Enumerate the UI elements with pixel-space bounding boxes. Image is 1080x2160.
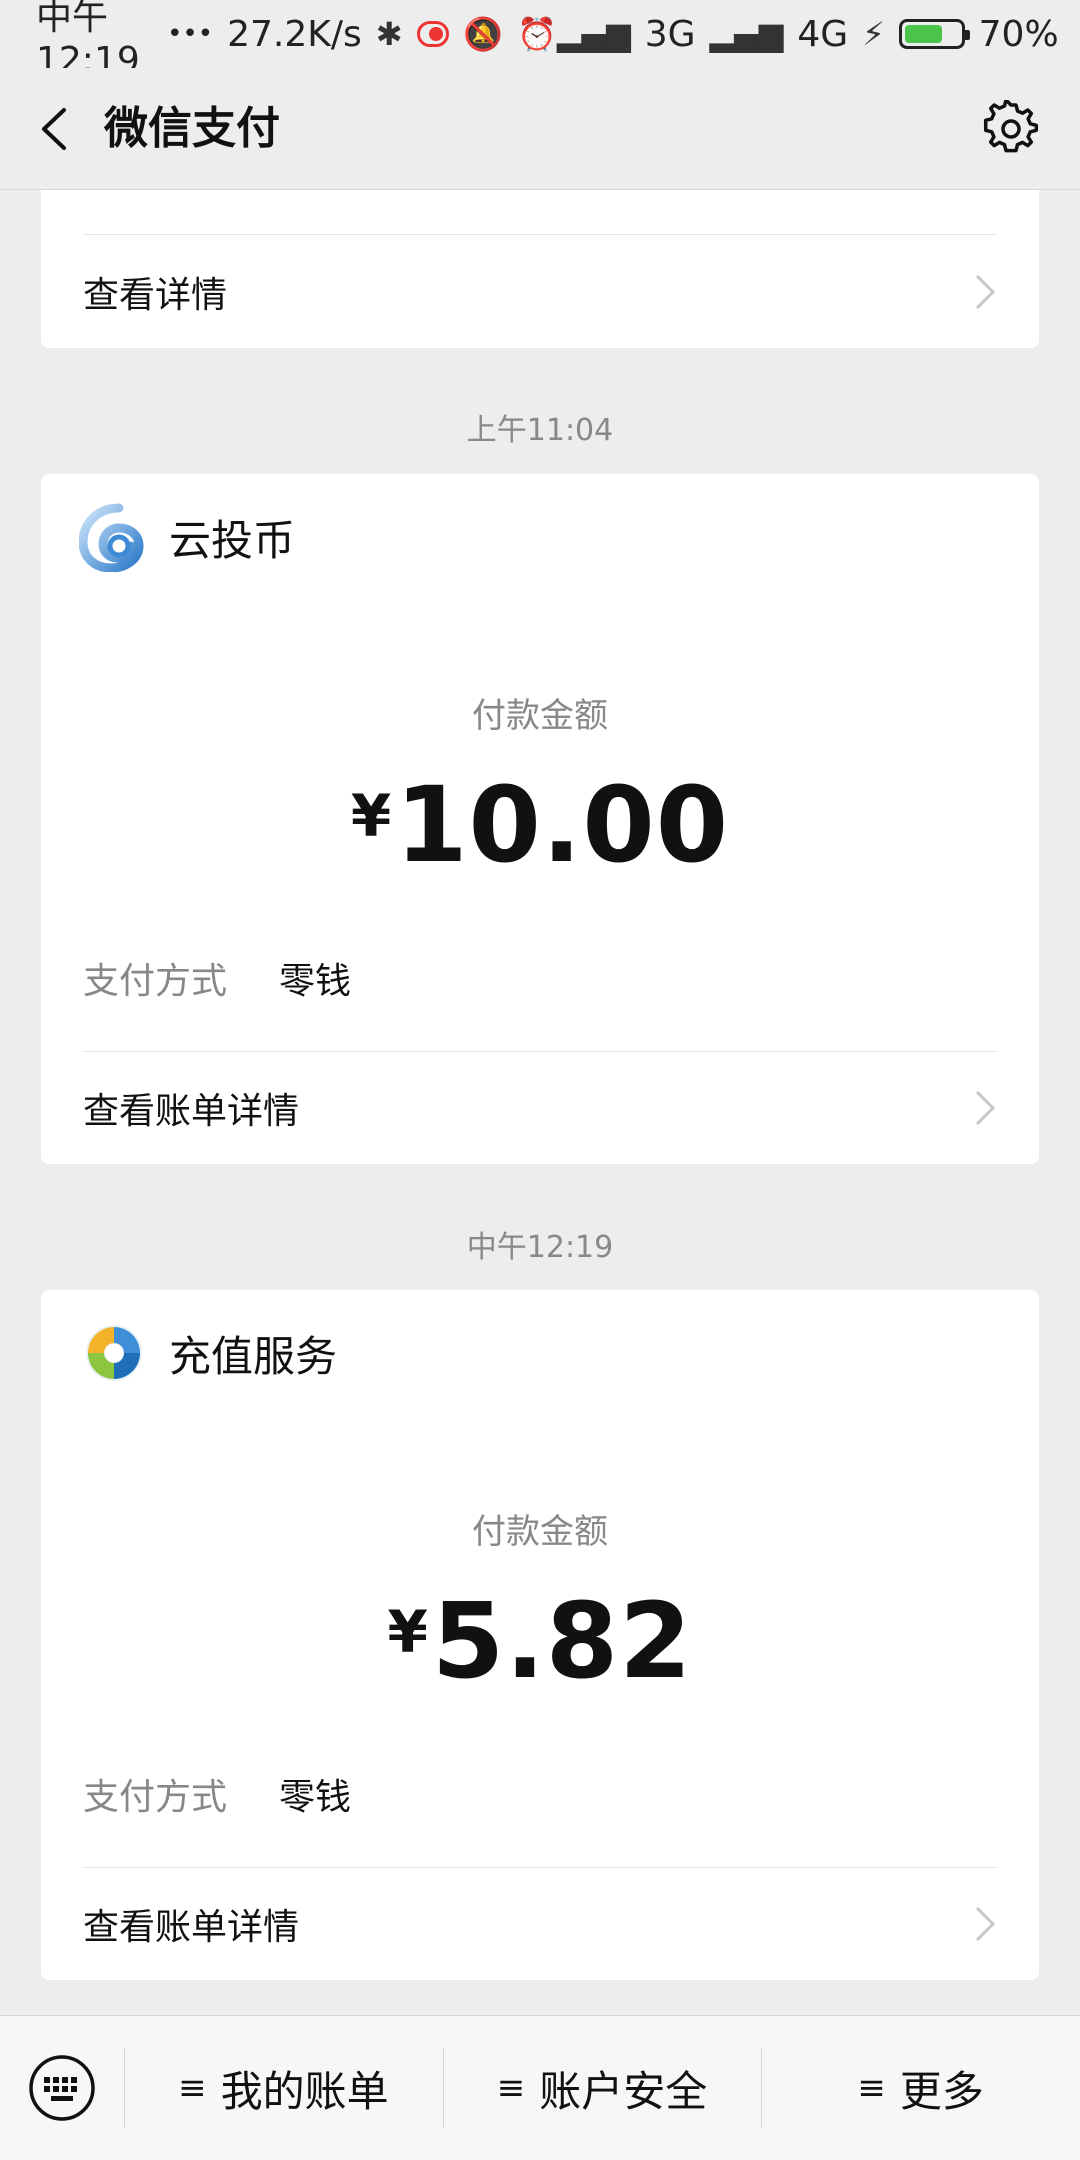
view-details-label: 查看详情 (83, 275, 228, 316)
bluetooth-icon: ✱ (375, 15, 403, 53)
settings-button[interactable] (982, 98, 1040, 158)
view-bill-details-label: 查看账单详情 (83, 1907, 300, 1948)
chevron-right-icon (975, 1090, 996, 1126)
chevron-left-icon (42, 108, 66, 150)
view-bill-details-link[interactable]: 查看账单详情 (83, 1868, 997, 1980)
currency-symbol: ¥ (350, 782, 392, 850)
payment-card: 充值服务 付款金额 ¥5.82 支付方式 零钱 查看账单详情 (41, 1290, 1039, 1980)
pay-amount-label: 付款金额 (472, 696, 608, 736)
pay-amount-label: 付款金额 (472, 1512, 608, 1552)
message-time: 上午11:04 (466, 413, 614, 448)
signal-icon-2: ▂▄▆ (709, 15, 784, 53)
status-dots: ••• (167, 19, 214, 49)
signal-icon: ▂▄▆ (556, 15, 631, 53)
merchant-name: 充值服务 (169, 1331, 338, 1381)
network-3g: 3G (644, 13, 696, 55)
view-details-link[interactable]: 查看详情 (83, 236, 997, 348)
page-title: 微信支付 (104, 103, 280, 154)
payment-method-row: 支付方式 零钱 (83, 1768, 351, 1820)
keyboard-toggle-button[interactable] (0, 2016, 124, 2160)
menu-more[interactable]: ≡ 更多 (761, 2016, 1080, 2160)
payment-method-label: 支付方式 (83, 961, 228, 1002)
menu-my-bills[interactable]: ≡ 我的账单 (124, 2016, 443, 2160)
pay-amount: ¥10.00 (41, 764, 1039, 886)
payment-card: 云投币 付款金额 ¥10.00 支付方式 零钱 查看账单详情 (41, 474, 1039, 1164)
status-speed: 27.2K/s (227, 13, 362, 55)
keyboard-icon (29, 2055, 95, 2121)
menu-lines-icon: ≡ (496, 2068, 526, 2108)
menu-label: 账户安全 (539, 2066, 708, 2116)
divider (83, 234, 997, 235)
battery-icon (898, 19, 970, 49)
menu-lines-icon: ≡ (178, 2068, 207, 2108)
charging-icon: ⚡ (862, 15, 885, 53)
nav-bar: 微信支付 (0, 68, 1080, 190)
merchant-header: 充值服务 (79, 1318, 337, 1388)
network-4g: 4G (797, 13, 849, 55)
payment-method-value: 零钱 (279, 961, 352, 1002)
amount-value: 5.82 (431, 1580, 693, 1702)
chevron-right-icon (975, 1906, 996, 1942)
back-button[interactable] (30, 102, 84, 156)
toggle-indicator-icon (416, 21, 450, 47)
mute-bell-icon: 🔕 (463, 15, 504, 53)
view-bill-details-label: 查看账单详情 (83, 1091, 300, 1132)
view-bill-details-link[interactable]: 查看账单详情 (83, 1052, 997, 1164)
merchant-logo-icon (86, 1325, 142, 1381)
merchant-logo-icon (79, 503, 144, 572)
merchant-header: 云投币 (79, 502, 295, 572)
menu-label: 更多 (899, 2066, 984, 2116)
amount-value: 10.00 (395, 764, 730, 886)
payment-method-label: 支付方式 (83, 1777, 228, 1818)
payment-method-row: 支付方式 零钱 (83, 952, 351, 1004)
status-bar: 中午12:19 ••• 27.2K/s ✱ 🔕 ⏰ ▂▄▆ 3G ▂▄▆ 4G … (0, 0, 1080, 81)
pay-amount: ¥5.82 (41, 1580, 1039, 1702)
payment-method-value: 零钱 (279, 1777, 352, 1818)
bottom-menu-bar: ≡ 我的账单 ≡ 账户安全 ≡ 更多 (0, 2015, 1080, 2160)
menu-account-security[interactable]: ≡ 账户安全 (442, 2016, 762, 2160)
chevron-right-icon (975, 274, 996, 310)
gear-icon (983, 98, 1039, 153)
merchant-name: 云投币 (169, 515, 296, 565)
message-time: 中午12:19 (466, 1230, 614, 1265)
menu-lines-icon: ≡ (857, 2068, 886, 2108)
menu-label: 我的账单 (220, 2066, 389, 2116)
currency-symbol: ¥ (387, 1598, 428, 1666)
alarm-icon: ⏰ (517, 15, 557, 53)
previous-message-card: 查看详情 (41, 190, 1039, 348)
battery-percent: 70% (978, 13, 1059, 55)
